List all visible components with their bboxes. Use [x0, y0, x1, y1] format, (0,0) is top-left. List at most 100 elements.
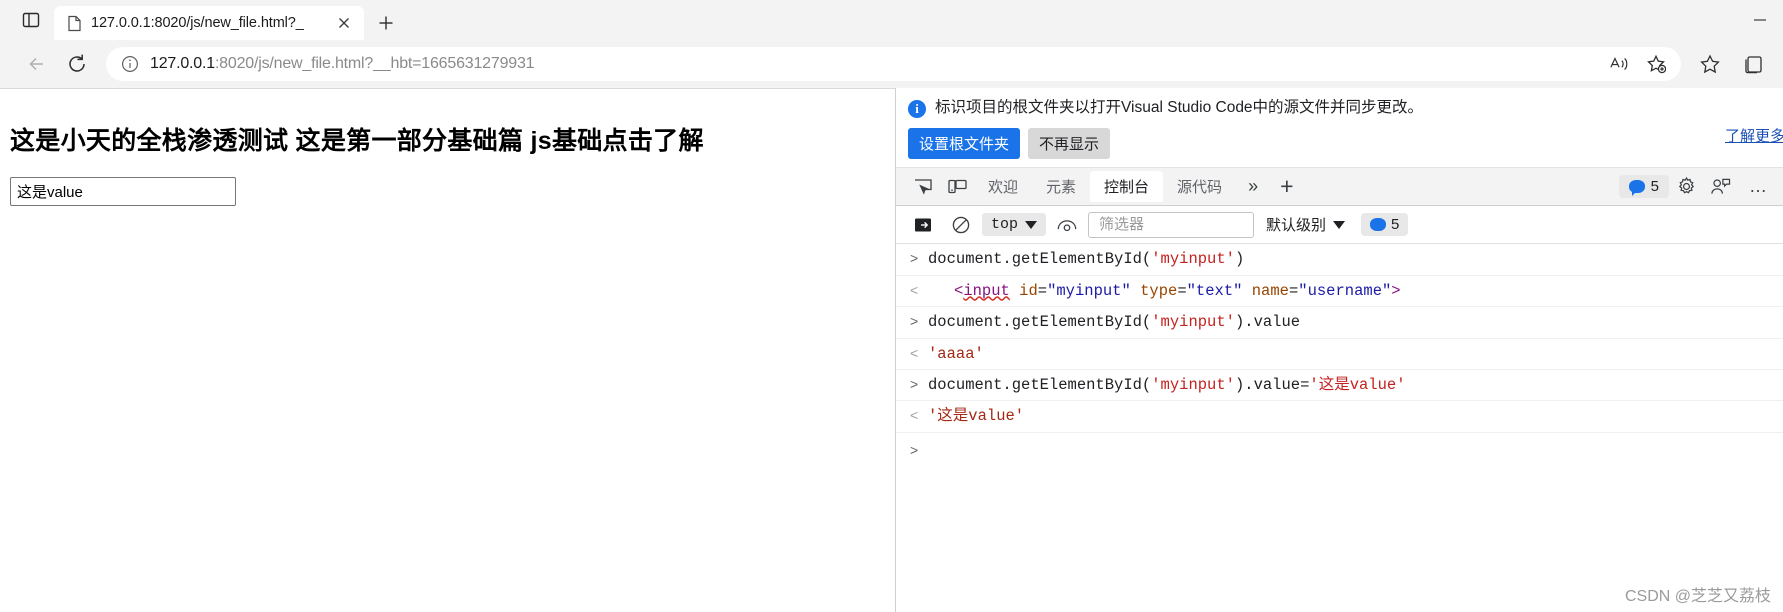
tab-console[interactable]: 控制台	[1090, 171, 1164, 203]
input-arrow-icon: >	[910, 250, 919, 267]
filter-input[interactable]	[1097, 215, 1246, 235]
banner-message: 标识项目的根文件夹以打开Visual Studio Code中的源文件并同步更改…	[935, 99, 1424, 116]
cmd3-part-0: document.getElementById(	[928, 376, 1152, 395]
html-gt: >	[1391, 281, 1401, 300]
console-command-text-3: document.getElementById('myinput').value…	[928, 374, 1775, 396]
site-info-icon[interactable]	[120, 54, 140, 74]
toolbar-actions	[1691, 47, 1773, 81]
chevron-down-icon-level	[1333, 220, 1346, 229]
issues-count: 5	[1391, 216, 1400, 234]
window-controls	[1737, 0, 1783, 40]
log-level-value: 默认级别	[1266, 217, 1327, 235]
console-toolbar: top 默认级别 5	[896, 206, 1783, 245]
input-arrow-icon-3: >	[910, 376, 919, 393]
execution-context-dropdown[interactable]: top	[982, 213, 1047, 237]
console-command-text-2: document.getElementById('myinput').value	[928, 311, 1775, 333]
html-lt: <	[954, 281, 964, 300]
cmd1-part-1: 'myinput'	[1151, 250, 1235, 269]
page-icon	[66, 15, 82, 31]
log-level-dropdown[interactable]: 默认级别	[1258, 211, 1353, 238]
tab-welcome[interactable]: 欢迎	[974, 171, 1032, 202]
chevron-down-icon	[1025, 220, 1038, 229]
devtools-overflow-icon[interactable]: …	[1737, 176, 1779, 197]
tab-elements[interactable]: 元素	[1032, 171, 1090, 202]
viewport: 这是小天的全栈渗透测试 这是第一部分基础篇 js基础点击了解 i 标识项目的根文…	[0, 88, 1783, 612]
learn-more-link[interactable]: 了解更多	[1725, 125, 1783, 146]
console-row-result-2[interactable]: < 'aaaa'	[896, 339, 1783, 371]
console-row-command-2[interactable]: > document.getElementById('myinput').val…	[896, 307, 1783, 339]
cmd2-part-2: ).value	[1234, 313, 1301, 332]
reload-icon[interactable]	[58, 45, 96, 83]
inspect-element-icon[interactable]	[906, 172, 940, 202]
val3: '这是value'	[928, 407, 1025, 426]
console-message-badge[interactable]: 5	[1618, 175, 1669, 199]
info-icon: i	[908, 100, 926, 118]
page-title: 这是小天的全栈渗透测试 这是第一部分基础篇 js基础点击了解	[10, 127, 704, 155]
console-command-text-1: document.getElementById('myinput')	[928, 248, 1775, 270]
minimize-icon[interactable]	[1737, 0, 1783, 40]
watermark: CSDN @芝芝又荔枝	[1624, 588, 1771, 605]
eq1: =	[1037, 281, 1048, 300]
dont-show-again-button[interactable]: 不再显示	[1028, 128, 1111, 160]
cmd1-part-0: document.getElementById(	[928, 250, 1152, 269]
more-tabs-icon[interactable]: »	[1236, 176, 1270, 197]
tab-actions-icon[interactable]	[8, 0, 54, 40]
html-tagname: input	[963, 281, 1010, 300]
devtools-banner: i 标识项目的根文件夹以打开Visual Studio Code中的源文件并同步…	[896, 88, 1783, 169]
new-tab-button[interactable]	[368, 6, 404, 40]
cmd3-part-2: ).value=	[1234, 376, 1310, 395]
attrval-id: "myinput"	[1047, 281, 1131, 300]
output-arrow-icon-3: <	[910, 407, 919, 424]
devtools-panel: i 标识项目的根文件夹以打开Visual Studio Code中的源文件并同步…	[895, 88, 1783, 612]
close-icon[interactable]	[332, 11, 356, 35]
console-issues-badge[interactable]: 5	[1361, 213, 1409, 237]
url-path: :8020/js/new_file.html?__hbt=16656312799…	[214, 55, 535, 72]
favorites-icon[interactable]	[1691, 47, 1729, 81]
feedback-icon[interactable]	[1703, 172, 1737, 202]
val2: 'aaaa'	[928, 344, 984, 363]
execution-context-value: top	[991, 216, 1019, 234]
cmd2-part-1: 'myinput'	[1151, 313, 1235, 332]
output-arrow-icon-2: <	[910, 344, 919, 361]
console-filter[interactable]	[1088, 211, 1255, 238]
console-row-command-3[interactable]: > document.getElementById('myinput').val…	[896, 370, 1783, 402]
input-arrow-icon-2: >	[910, 313, 919, 330]
console-row-result-3[interactable]: < '这是value'	[896, 401, 1783, 433]
read-aloud-icon[interactable]	[1603, 49, 1637, 79]
attr-id: id	[1019, 281, 1038, 300]
myinput-text-field[interactable]	[10, 177, 236, 206]
browser-chrome: 127.0.0.1:8020/js/new_file.html?_ 127.0.…	[0, 0, 1783, 88]
eq2: =	[1177, 281, 1187, 300]
address-bar-url: 127.0.0.1:8020/js/new_file.html?__hbt=16…	[150, 55, 1593, 73]
navigation-bar: 127.0.0.1:8020/js/new_file.html?__hbt=16…	[0, 40, 1783, 88]
tab-sources[interactable]: 源代码	[1163, 171, 1236, 202]
message-bubble-icon	[1628, 180, 1645, 197]
console-log[interactable]: > document.getElementById('myinput') < <…	[896, 244, 1783, 612]
attr-type: type	[1140, 281, 1178, 300]
console-row-result-1[interactable]: < <input id="myinput" type="text" name="…	[896, 276, 1783, 308]
cmd1-part-2: )	[1234, 250, 1245, 269]
sp3	[1242, 282, 1251, 300]
browser-tab[interactable]: 127.0.0.1:8020/js/new_file.html?_	[54, 6, 364, 40]
live-expression-icon[interactable]	[1050, 210, 1084, 240]
console-row-command-1[interactable]: > document.getElementById('myinput')	[896, 244, 1783, 276]
sp1	[1010, 282, 1019, 300]
add-panel-button[interactable]: +	[1270, 175, 1303, 198]
console-result-value-3: '这是value'	[928, 405, 1775, 427]
gear-icon[interactable]	[1669, 172, 1703, 202]
collections-icon[interactable]	[1735, 47, 1773, 81]
back-icon[interactable]	[18, 45, 56, 83]
console-prompt-row[interactable]: >	[896, 433, 1783, 464]
console-sidebar-icon[interactable]	[906, 210, 940, 240]
clear-console-icon[interactable]	[944, 210, 978, 240]
tab-strip: 127.0.0.1:8020/js/new_file.html?_	[0, 0, 1783, 40]
favorites-add-icon[interactable]	[1639, 49, 1673, 79]
address-bar[interactable]: 127.0.0.1:8020/js/new_file.html?__hbt=16…	[106, 47, 1681, 81]
console-result-value-2: 'aaaa'	[928, 343, 1775, 365]
url-host: 127.0.0.1	[150, 55, 215, 72]
devtools-tabbar: 欢迎 元素 控制台 源代码 » + 5 …	[896, 168, 1783, 207]
output-arrow-icon: <	[910, 281, 919, 298]
device-toolbar-icon[interactable]	[940, 172, 974, 202]
omnibox-actions	[1603, 49, 1673, 79]
set-root-folder-button[interactable]: 设置根文件夹	[908, 128, 1021, 160]
